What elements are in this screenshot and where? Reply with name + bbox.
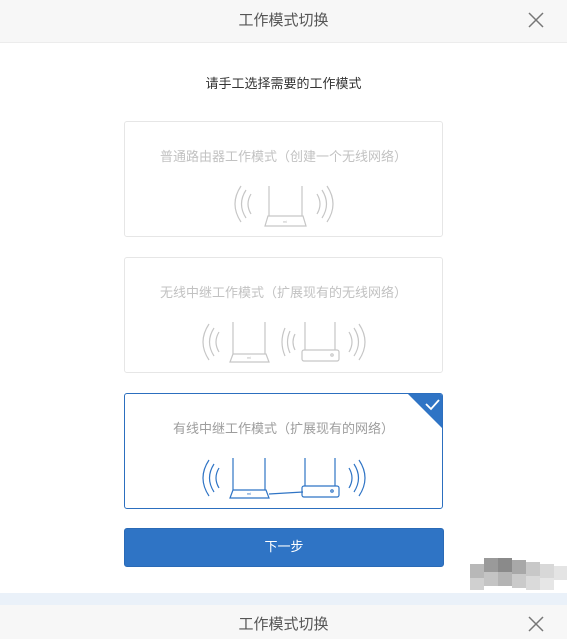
router-badge: mi — [283, 219, 287, 224]
close-icon[interactable] — [525, 613, 547, 635]
dialog-header-2: 工作模式切换 — [0, 605, 567, 639]
dialog-title-2: 工作模式切换 — [238, 615, 329, 633]
check-icon — [408, 394, 442, 428]
section-divider — [0, 593, 567, 605]
dialog-title: 工作模式切换 — [238, 11, 329, 29]
wireless-repeater-icon: mi — [202, 322, 366, 363]
next-step-button[interactable]: 下一步 — [124, 528, 444, 567]
close-icon[interactable] — [525, 9, 547, 31]
instruction-text: 请手工选择需要的工作模式 — [205, 77, 362, 92]
mode-card-wireless-repeater[interactable]: 无线中继工作模式（扩展现有的无线网络） mi — [124, 257, 443, 373]
router-badge: mi — [247, 355, 251, 360]
mode-card-router[interactable]: 普通路由器工作模式（创建一个无线网络） mi — [124, 121, 443, 237]
router-badge: mi — [247, 491, 251, 496]
dialog-header: 工作模式切换 — [0, 0, 567, 43]
mode-card-wired-repeater[interactable]: 有线中继工作模式（扩展现有的网络） mi — [124, 393, 443, 509]
wired-repeater-icon: mi — [202, 458, 366, 499]
blurred-overlay-image — [470, 558, 567, 590]
router-wifi-icon: mi — [234, 185, 334, 227]
